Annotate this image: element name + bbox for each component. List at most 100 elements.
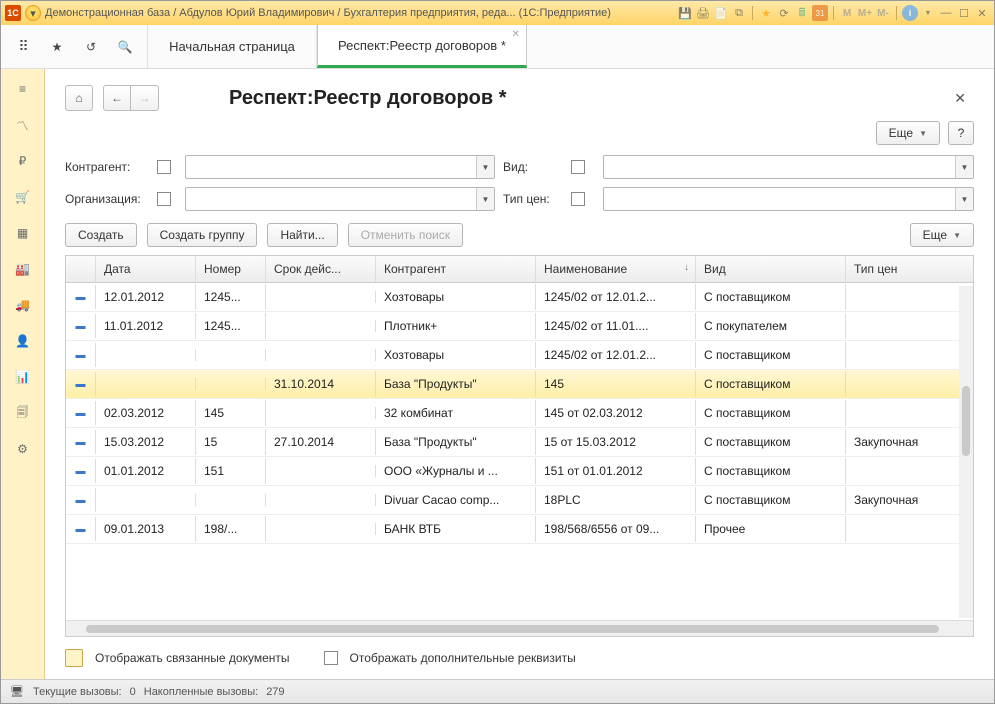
cell-date: 11.01.2012: [96, 313, 196, 339]
col-contractor[interactable]: Контрагент: [376, 256, 536, 282]
table-row[interactable]: ▬Хозтовары1245/02 от 12.01.2...С поставщ…: [66, 341, 973, 370]
menu-dropdown-icon[interactable]: ▾: [25, 5, 41, 21]
maximize-button[interactable]: ☐: [956, 5, 972, 21]
sidebar-item-bars[interactable]: 📊: [11, 365, 35, 389]
linked-docs-checkbox[interactable]: [65, 649, 83, 667]
calendar-icon[interactable]: 31: [812, 5, 828, 21]
tab-home-label: Начальная страница: [169, 39, 295, 54]
find-button[interactable]: Найти...: [267, 223, 337, 247]
org-checkbox[interactable]: [157, 192, 171, 206]
more-button-row[interactable]: Еще ▼: [910, 223, 974, 247]
col-validity[interactable]: Срок дейс...: [266, 256, 376, 282]
horizontal-scrollbar[interactable]: [66, 620, 973, 636]
sidebar-item-person[interactable]: 👤: [11, 329, 35, 353]
more-button-top[interactable]: Еще ▼: [876, 121, 940, 145]
col-price-type[interactable]: Тип цен: [846, 256, 973, 282]
col-icon[interactable]: [66, 256, 96, 282]
tool-refresh-icon[interactable]: ⟳: [776, 5, 792, 21]
table-row[interactable]: ▬31.10.2014База "Продукты"145С поставщик…: [66, 370, 973, 399]
table-row[interactable]: ▬15.03.20121527.10.2014База "Продукты"15…: [66, 428, 973, 457]
info-dropdown-icon[interactable]: ▼: [920, 5, 936, 21]
table-row[interactable]: ▬Divuar Cacao comp...18PLCС поставщикомЗ…: [66, 486, 973, 515]
sidebar-item-factory[interactable]: 🏭: [11, 257, 35, 281]
menu-grid-icon[interactable]: ⠿: [11, 35, 35, 59]
help-button[interactable]: ?: [948, 121, 974, 145]
extra-props-checkbox[interactable]: [324, 651, 338, 665]
chevron-down-icon[interactable]: ▼: [955, 188, 973, 210]
tab-home[interactable]: Начальная страница: [147, 25, 317, 68]
cell-contractor: 32 комбинат: [376, 400, 536, 426]
price-type-combo[interactable]: ▼: [603, 187, 974, 211]
calculator-icon[interactable]: 🖩: [794, 5, 810, 21]
history-icon[interactable]: ↺: [79, 35, 103, 59]
chevron-down-icon[interactable]: ▼: [955, 156, 973, 178]
m-minus-button[interactable]: M-: [875, 5, 891, 21]
sidebar-item-gear[interactable]: ⚙: [11, 437, 35, 461]
org-input[interactable]: [186, 188, 476, 210]
cell-date: 15.03.2012: [96, 429, 196, 455]
close-window-button[interactable]: ✕: [974, 5, 990, 21]
table-row[interactable]: ▬02.03.201214532 комбинат145 от 02.03.20…: [66, 399, 973, 428]
sidebar-item-truck[interactable]: 🚚: [11, 293, 35, 317]
star-icon[interactable]: ★: [45, 35, 69, 59]
col-number[interactable]: Номер: [196, 256, 266, 282]
minimize-button[interactable]: —: [938, 5, 954, 21]
tab-contracts-registry[interactable]: Респект:Реестр договоров * ✕: [317, 25, 527, 68]
page-close-button[interactable]: ✕: [946, 86, 974, 111]
find-button-label: Найти...: [280, 228, 324, 242]
tool-compare-icon[interactable]: ⧉: [731, 5, 747, 21]
create-group-button[interactable]: Создать группу: [147, 223, 258, 247]
cell-date: [96, 378, 196, 390]
col-date[interactable]: Дата: [96, 256, 196, 282]
vertical-scrollbar[interactable]: [959, 286, 973, 618]
work-area: ≡ 〽 ₽ 🛒 ▦ 🏭 🚚 👤 📊 🗐 ⚙ ⌂ ← → Респект:Реес…: [1, 69, 994, 679]
create-button[interactable]: Создать: [65, 223, 137, 247]
nav-forward-button[interactable]: →: [131, 85, 159, 111]
table-row[interactable]: ▬09.01.2013198/...БАНК ВТБ198/568/6556 о…: [66, 515, 973, 544]
price-type-input[interactable]: [604, 188, 955, 210]
cell-price-type: [846, 465, 973, 477]
main-panel: ⌂ ← → Респект:Реестр договоров * ✕ Еще ▼…: [45, 69, 994, 679]
favorite-icon[interactable]: ★: [758, 5, 774, 21]
chevron-down-icon[interactable]: ▼: [476, 156, 494, 178]
m-plus-button[interactable]: M+: [857, 5, 873, 21]
kind-checkbox[interactable]: [571, 160, 585, 174]
col-kind[interactable]: Вид: [696, 256, 846, 282]
col-name[interactable]: Наименование ↓: [536, 256, 696, 282]
table-row[interactable]: ▬11.01.20121245...Плотник+1245/02 от 11.…: [66, 312, 973, 341]
home-button[interactable]: ⌂: [65, 85, 93, 111]
tool-save-icon[interactable]: 💾: [677, 5, 693, 21]
sidebar-item-blocks[interactable]: ▦: [11, 221, 35, 245]
org-combo[interactable]: ▼: [185, 187, 495, 211]
sidebar-item-chart[interactable]: 〽: [11, 113, 35, 137]
cell-validity: 27.10.2014: [266, 429, 376, 455]
kind-combo[interactable]: ▼: [603, 155, 974, 179]
kind-input[interactable]: [604, 156, 955, 178]
cancel-search-button[interactable]: Отменить поиск: [348, 223, 463, 247]
tool-print-icon[interactable]: 🖨: [695, 5, 711, 21]
m-button[interactable]: M: [839, 5, 855, 21]
sidebar-item-menu[interactable]: ≡: [11, 77, 35, 101]
sidebar-item-docs[interactable]: 🗐: [11, 401, 35, 425]
nav-back-button[interactable]: ←: [103, 85, 131, 111]
tool-doc-icon[interactable]: 📄: [713, 5, 729, 21]
tab-close-icon[interactable]: ✕: [512, 29, 520, 40]
price-type-checkbox[interactable]: [571, 192, 585, 206]
cell-price-type: [846, 407, 973, 419]
sidebar-item-money[interactable]: ₽: [11, 149, 35, 173]
current-calls-value: 0: [130, 686, 136, 698]
contractor-combo[interactable]: ▼: [185, 155, 495, 179]
chevron-down-icon[interactable]: ▼: [476, 188, 494, 210]
cell-number: 151: [196, 458, 266, 484]
cell-kind: Прочее: [696, 516, 846, 542]
contractor-input[interactable]: [186, 156, 476, 178]
contractor-checkbox[interactable]: [157, 160, 171, 174]
search-icon[interactable]: 🔍: [113, 35, 137, 59]
table-row[interactable]: ▬12.01.20121245...Хозтовары1245/02 от 12…: [66, 283, 973, 312]
title-bar: 1C ▾ Демонстрационная база / Абдулов Юри…: [1, 1, 994, 25]
table-row[interactable]: ▬01.01.2012151ООО «Журналы и ...151 от 0…: [66, 457, 973, 486]
info-icon[interactable]: i: [902, 5, 918, 21]
toolstrip: ⠿ ★ ↺ 🔍 Начальная страница Респект:Реест…: [1, 25, 994, 69]
sidebar-item-cart[interactable]: 🛒: [11, 185, 35, 209]
cancel-search-button-label: Отменить поиск: [361, 228, 450, 242]
